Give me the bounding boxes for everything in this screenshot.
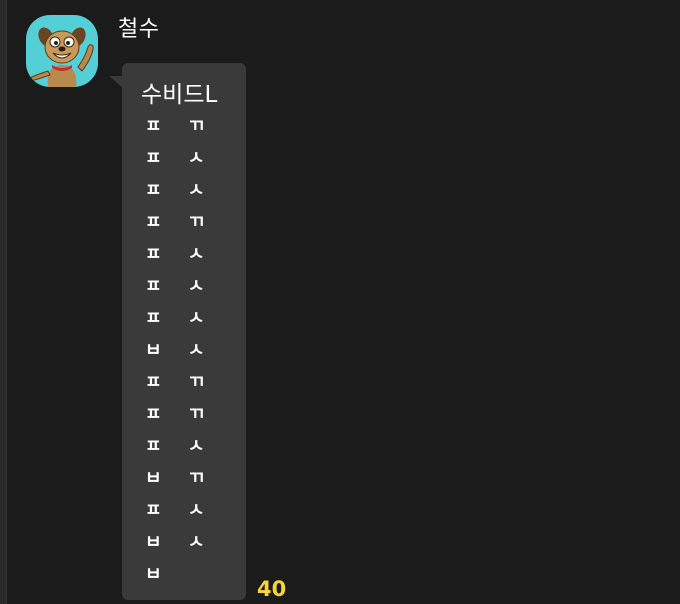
unread-count: 40 — [257, 577, 287, 601]
message-bubble-tail — [109, 76, 123, 88]
message-line: ㅍ ㅅ — [145, 500, 215, 521]
message-line: ㅂ — [145, 564, 172, 585]
message-line: ㅍ ㄲ — [145, 372, 215, 393]
avatar[interactable] — [26, 15, 98, 87]
message-line: ㅂ ㅅ — [145, 340, 215, 361]
sender-name: 철수 — [118, 17, 160, 42]
message-line: ㅍ ㅅ — [145, 244, 215, 265]
message-line: ㅍ ㅅ — [145, 180, 215, 201]
message-bubble[interactable]: 수비드L ㅍ ㄲ ㅍ ㅅ ㅍ ㅅ ㅍ ㄲ ㅍ ㅅ ㅍ ㅅ ㅍ ㅅ ㅂ ㅅ ㅍ ㄲ… — [122, 63, 246, 600]
message-title: 수비드L — [141, 82, 218, 108]
message-line: ㅂ ㄲ — [145, 468, 215, 489]
message-lines: ㅍ ㄲ ㅍ ㅅ ㅍ ㅅ ㅍ ㄲ ㅍ ㅅ ㅍ ㅅ ㅍ ㅅ ㅂ ㅅ ㅍ ㄲ ㅍ ㄲ … — [145, 116, 214, 596]
cartoon-dog-avatar-icon — [30, 27, 94, 87]
message-line: ㅍ ㄲ — [145, 404, 215, 425]
message-line: ㅍ ㅅ — [145, 148, 215, 169]
message-line: ㅂ ㅅ — [145, 532, 215, 553]
message-line: ㅍ ㄲ — [145, 116, 215, 137]
window-left-edge — [0, 0, 7, 604]
message-line: ㅍ ㅅ — [145, 276, 215, 297]
message-line: ㅍ ㅅ — [145, 308, 215, 329]
message-line: ㅍ ㄲ — [145, 212, 215, 233]
message-line: ㅍ ㅅ — [145, 436, 215, 457]
